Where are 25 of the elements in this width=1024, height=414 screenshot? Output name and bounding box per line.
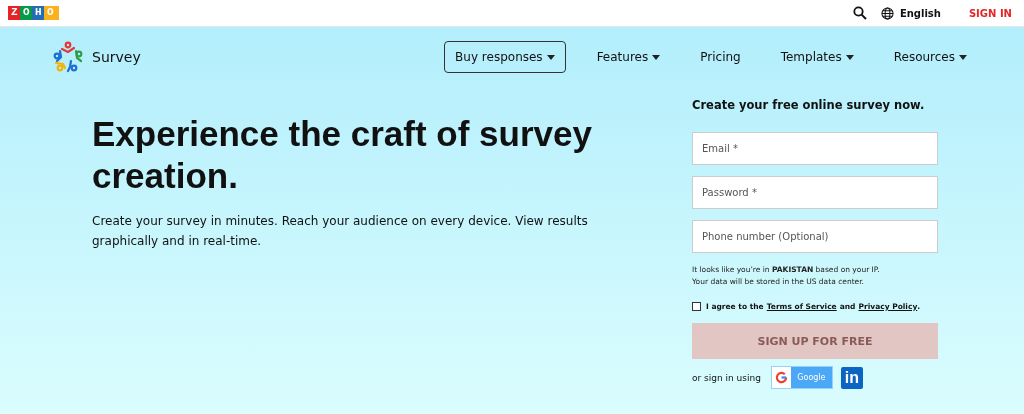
nav-menu-item[interactable]: Pricing: [689, 41, 752, 73]
hero-subtitle: Create your survey in minutes. Reach your audience on every device. View results graphically and in real-time.: [92, 213, 589, 250]
caret-icon: [959, 54, 967, 60]
search-icon[interactable]: [852, 6, 867, 20]
brand-name[interactable]: Survey: [92, 49, 141, 65]
alt-sign-in-label: or sign in using: [692, 372, 761, 383]
input-field[interactable]: Phone number (Optional): [692, 220, 938, 253]
caret-icon: [845, 54, 854, 60]
input-field[interactable]: Password *: [692, 176, 938, 209]
nav-menu-item[interactable]: Templates: [769, 41, 865, 73]
sign-in-link[interactable]: SIGN IN: [968, 7, 1012, 19]
caret-icon: [546, 54, 555, 60]
language-selector[interactable]: English: [899, 7, 941, 19]
input-field[interactable]: Email *: [692, 132, 938, 165]
google-icon: [774, 371, 788, 384]
nav-menu-item[interactable]: Features: [585, 41, 672, 73]
survey-logo-icon[interactable]: [52, 41, 84, 73]
globe-icon[interactable]: [880, 6, 894, 20]
nav-menu-item[interactable]: Buy responses: [444, 41, 566, 73]
caret-icon: [652, 54, 661, 60]
form-heading: Create your free online survey now.: [692, 97, 926, 113]
hero-title: Experience the craft of survey creation.: [92, 113, 592, 197]
nav-menu-item[interactable]: Resources: [882, 41, 978, 73]
agree-checkbox[interactable]: [692, 302, 701, 311]
linkedin-sign-in-button[interactable]: in: [840, 366, 863, 389]
